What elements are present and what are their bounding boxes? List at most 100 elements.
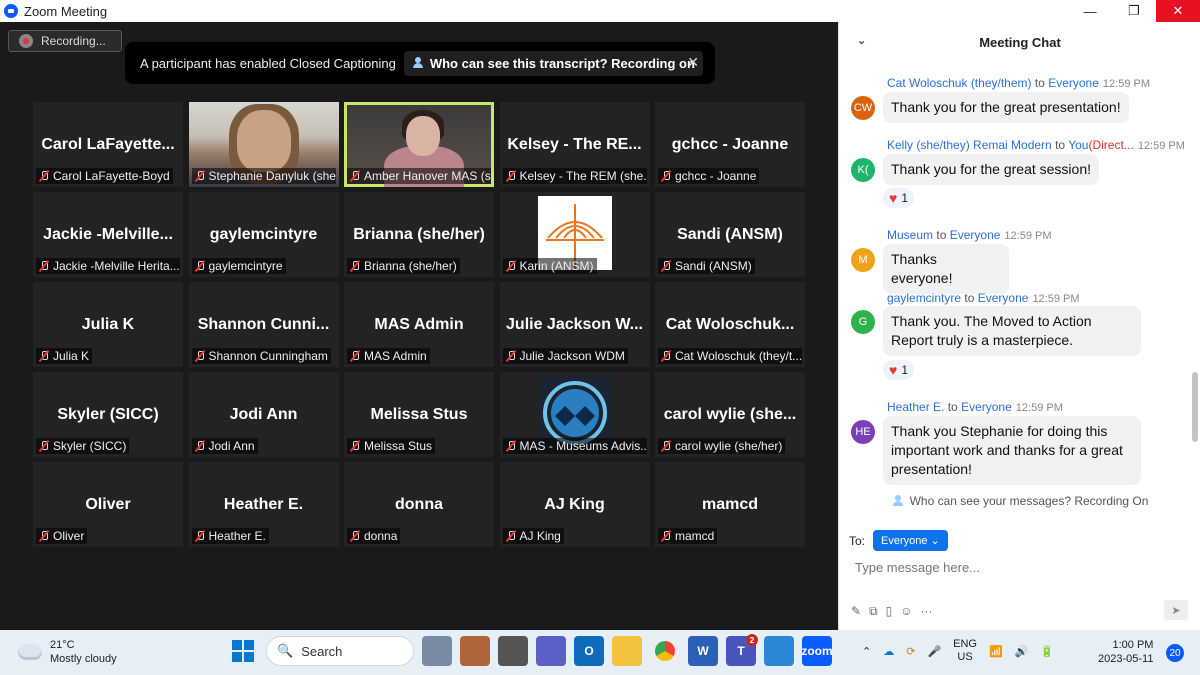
participant-tile[interactable]: Kelsey - The RE... Kelsey - The REM (she.… <box>499 102 650 187</box>
search-label: Search <box>301 643 343 659</box>
recording-indicator[interactable]: Recording... <box>8 30 122 52</box>
task-view-icon[interactable] <box>422 636 452 666</box>
briefcase-icon[interactable] <box>460 636 490 666</box>
reaction-chip[interactable]: ♥ 1 <box>883 188 914 208</box>
participant-name: Heather E. <box>208 529 266 543</box>
participant-tile[interactable]: Karin (ANSM) <box>499 192 650 277</box>
participant-tile[interactable]: MAS - Museums Advis... <box>499 372 650 457</box>
participant-tile[interactable]: Amber Hanover MAS (she... <box>344 102 494 187</box>
teams-icon[interactable]: T2 <box>726 634 758 666</box>
scrollbar-thumb[interactable] <box>1192 372 1198 442</box>
person-icon <box>412 57 424 69</box>
sender-name[interactable]: Kelly (she/they) Remai Modern <box>887 138 1052 152</box>
microphone-icon[interactable]: 🎤 <box>927 645 941 658</box>
battery-icon[interactable]: 🔋 <box>1040 645 1054 658</box>
sender-name[interactable]: Heather E. <box>887 400 944 414</box>
participant-tile[interactable]: carol wylie (she... carol wylie (she/her) <box>655 372 805 457</box>
sender-name[interactable]: Cat Woloschuk (they/them) <box>887 76 1032 90</box>
message-bubble[interactable]: Thank you Stephanie for doing this impor… <box>883 416 1141 485</box>
participant-tile[interactable]: mamcd mamcd <box>655 462 805 547</box>
message-bubble[interactable]: Thank you. The Moved to Action Report tr… <box>883 306 1141 356</box>
participant-tile[interactable]: gchcc - Joanne gchcc - Joanne <box>655 102 805 187</box>
participant-name: Karin (ANSM) <box>519 259 594 273</box>
screenshot-icon[interactable]: ⧉ <box>869 604 878 619</box>
participant-tile[interactable]: Jodi Ann Jodi Ann <box>188 372 339 457</box>
mic-muted-icon <box>38 440 50 452</box>
sender-name[interactable]: Museum <box>887 228 933 242</box>
file-icon[interactable]: ▯ <box>886 604 893 619</box>
sync-icon[interactable]: ⟳ <box>906 645 915 658</box>
chat-message-list[interactable]: Cat Woloschuk (they/them) to Everyone 12:… <box>839 70 1191 490</box>
outlook-icon[interactable]: O <box>574 636 604 666</box>
notification-count[interactable]: 20 <box>1166 644 1184 662</box>
wifi-icon[interactable]: 📶 <box>989 645 1003 658</box>
more-icon[interactable]: ··· <box>921 604 933 619</box>
participant-tile[interactable]: MAS Admin MAS Admin <box>344 282 494 367</box>
mic-muted-icon <box>660 170 672 182</box>
participant-tile[interactable]: Shannon Cunni... Shannon Cunningham <box>188 282 339 367</box>
participant-tile[interactable]: gaylemcintyre gaylemcintyre <box>188 192 339 277</box>
photos-icon[interactable] <box>764 636 794 666</box>
send-button[interactable]: ➤ <box>1164 600 1188 620</box>
participant-tile[interactable]: Cat Woloschuk... Cat Woloschuk (they/t... <box>655 282 805 367</box>
onedrive-icon[interactable]: ☁ <box>883 645 894 658</box>
mic-muted-icon <box>349 440 361 452</box>
start-button[interactable] <box>228 636 258 666</box>
participant-tile[interactable]: Melissa Stus Melissa Stus <box>344 372 494 457</box>
desktop-icon[interactable] <box>498 636 528 666</box>
volume-icon[interactable]: 🔊 <box>1015 645 1029 658</box>
participant-tile[interactable]: Jackie -Melville... Jackie -Melville Heri… <box>33 192 183 277</box>
clock[interactable]: 1:00 PM 2023-05-11 <box>1098 638 1153 666</box>
mic-muted-icon <box>505 260 517 272</box>
participant-tile[interactable]: Julie Jackson W... Julie Jackson WDM <box>499 282 650 367</box>
word-icon[interactable]: W <box>688 636 718 666</box>
recipient-dropdown[interactable]: Everyone ⌄ <box>873 530 948 551</box>
participant-tile[interactable]: Skyler (SICC) Skyler (SICC) <box>33 372 183 457</box>
message-visibility-notice[interactable]: Who can see your messages? Recording On <box>839 494 1200 508</box>
participant-name: Jodi Ann <box>208 439 255 453</box>
chat-app-icon[interactable] <box>536 636 566 666</box>
mic-muted-icon <box>505 440 517 452</box>
message-bubble[interactable]: Thank you for the great session! <box>883 154 1099 185</box>
weather-widget[interactable]: 21°C Mostly cloudy <box>18 638 117 666</box>
direct-message-label: (Direct... <box>1088 138 1134 152</box>
chat-message-input[interactable] <box>855 560 1185 575</box>
language-indicator[interactable]: ENG US <box>953 638 977 664</box>
participant-name: Kelsey - The REM (she... <box>519 169 647 183</box>
participant-tile[interactable]: Heather E. Heather E. <box>188 462 339 547</box>
participant-tile[interactable]: Julia K Julia K <box>33 282 183 367</box>
show-hidden-icons-icon[interactable]: ⌃ <box>862 645 871 658</box>
collapse-chevron-icon[interactable]: ⌄ <box>857 34 866 47</box>
message-bubble[interactable]: Thank you for the great presentation! <box>883 92 1129 123</box>
sender-name[interactable]: gaylemcintyre <box>887 291 961 305</box>
chrome-icon[interactable] <box>650 636 680 666</box>
participant-tile[interactable]: Stephanie Danyluk (she/h... <box>188 102 339 187</box>
minimize-button[interactable]: — <box>1068 0 1112 22</box>
close-button[interactable]: ✕ <box>1156 0 1200 22</box>
reaction-chip[interactable]: ♥ 1 <box>883 360 914 380</box>
participant-tile[interactable]: donna donna <box>344 462 494 547</box>
participant-tile[interactable]: Carol LaFayette... Carol LaFayette-Boyd <box>33 102 183 187</box>
mic-muted-icon <box>660 440 672 452</box>
participant-tile[interactable]: Oliver Oliver <box>33 462 183 547</box>
banner-close-icon[interactable]: ✕ <box>687 54 699 71</box>
participant-name-label: Stephanie Danyluk (she/h... <box>191 168 336 184</box>
zoom-taskbar-icon[interactable]: zoom <box>801 636 833 666</box>
chat-scrollbar[interactable] <box>1192 92 1198 492</box>
participant-tile[interactable]: AJ King AJ King <box>499 462 650 547</box>
participant-name-label: MAS - Museums Advis... <box>502 438 647 454</box>
transcript-visibility-link[interactable]: Who can see this transcript? Recording o… <box>403 50 703 76</box>
participant-tile[interactable]: Brianna (she/her) Brianna (she/her) <box>344 192 494 277</box>
message-bubble[interactable]: Thanks everyone! <box>883 244 1009 294</box>
emoji-icon[interactable]: ☺ <box>900 604 912 619</box>
taskbar-search[interactable]: 🔍 Search <box>266 636 414 666</box>
chat-header: ⌄ Meeting Chat <box>839 22 1200 62</box>
format-icon[interactable]: ✎ <box>851 604 861 619</box>
file-explorer-icon[interactable] <box>612 636 642 666</box>
participant-tile[interactable]: Sandi (ANSM) Sandi (ANSM) <box>655 192 805 277</box>
restore-button[interactable]: ❐ <box>1112 0 1156 22</box>
recipient-name: Everyone <box>949 228 1001 242</box>
mic-muted-icon <box>505 530 517 542</box>
participant-name-label: Heather E. <box>191 528 269 544</box>
participant-name-label: Jodi Ann <box>191 438 258 454</box>
